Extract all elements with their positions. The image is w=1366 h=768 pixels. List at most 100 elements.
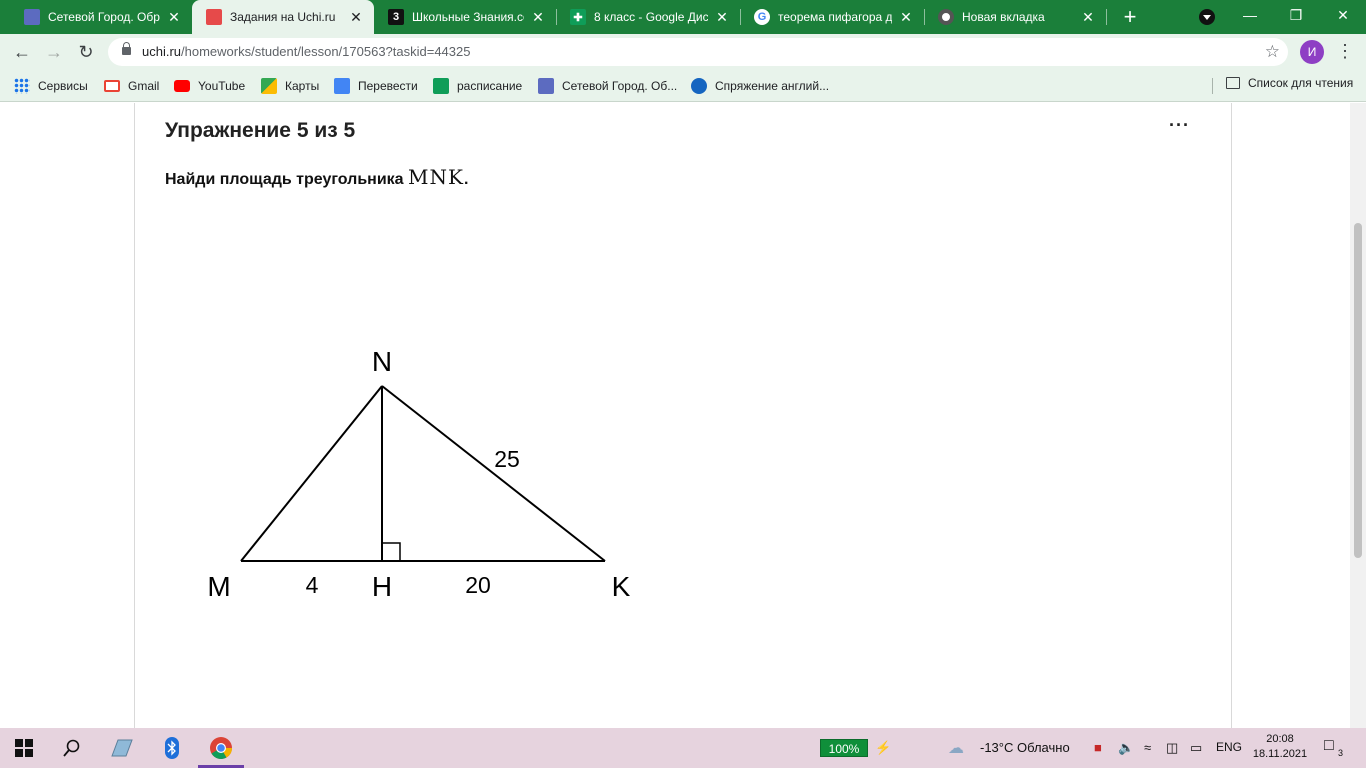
volume-icon[interactable]: 🔈 [1118, 740, 1134, 756]
netcity-icon [24, 9, 40, 25]
taskbar-chrome[interactable] [197, 728, 245, 768]
vertex-label-n: N [372, 346, 392, 377]
tab-title: теорема пифагора да [778, 10, 892, 24]
clock-date: 18.11.2021 [1252, 748, 1308, 760]
bookmark-label: расписание [457, 79, 523, 93]
youtube-icon [174, 80, 190, 92]
url-text[interactable]: uchi.ru/homeworks/student/lesson/170563?… [142, 44, 470, 59]
tab-separator [1106, 9, 1107, 25]
scrollbar-thumb[interactable] [1354, 223, 1362, 558]
tab-strip: Сетевой Город. Обра ✕ Задания на Uchi.ru… [0, 0, 1366, 34]
bookmark-maps[interactable]: Карты [261, 76, 319, 96]
address-bar[interactable]: uchi.ru/homeworks/student/lesson/170563?… [108, 38, 1288, 66]
vertex-label-m: M [207, 571, 230, 602]
bookmark-label: Перевести [358, 79, 418, 93]
search-button[interactable] [48, 728, 96, 768]
sheets-icon [433, 78, 449, 94]
bookmark-netcity[interactable]: Сетевой Город. Об... [538, 76, 677, 96]
security-icon[interactable]: ◫ [1166, 740, 1178, 756]
reading-list-icon [1226, 77, 1240, 89]
tab-uchi[interactable]: Задания на Uchi.ru ✕ [192, 0, 374, 34]
weather-icon[interactable]: ☁ [948, 738, 964, 758]
windows-logo-icon [15, 739, 33, 757]
tab-title: Новая вкладка [962, 10, 1045, 24]
tab-netcity[interactable]: Сетевой Город. Обра ✕ [10, 0, 192, 34]
chrome-icon [210, 737, 232, 759]
bluetooth-icon [165, 737, 179, 759]
triangle-figure: N M H K 4 20 25 [207, 346, 631, 602]
reading-list-label: Список для чтения [1248, 76, 1354, 90]
profile-avatar[interactable]: И [1300, 40, 1324, 64]
more-options-icon[interactable]: ··· [1169, 115, 1190, 136]
close-icon[interactable]: ✕ [166, 9, 182, 25]
new-tab-button[interactable]: + [1117, 4, 1143, 30]
reload-button[interactable]: ↻ [72, 38, 100, 66]
battery-tray-icon[interactable]: ▭ [1190, 740, 1202, 756]
search-icon [63, 739, 80, 757]
lock-icon[interactable] [122, 42, 131, 55]
apps-grid-icon [14, 78, 30, 94]
tab-title: Школьные Знания.co [412, 10, 524, 24]
close-icon[interactable]: ✕ [714, 9, 730, 25]
reverso-icon [691, 78, 707, 94]
right-angle-mark [382, 542, 401, 561]
antivirus-icon[interactable]: ■ [1094, 740, 1102, 755]
taskbar-bluetooth[interactable] [148, 728, 196, 768]
uchi-icon [206, 9, 222, 25]
url-host: uchi.ru [142, 44, 182, 59]
clock[interactable]: 20:08 18.11.2021 [1252, 732, 1308, 762]
tab-title: Задания на Uchi.ru [230, 10, 336, 24]
battery-indicator[interactable]: 100% [820, 739, 868, 757]
bookmark-schedule[interactable]: расписание [433, 76, 522, 96]
tab-search-icon[interactable] [1199, 9, 1215, 25]
taskbar-app-notes[interactable] [98, 728, 146, 768]
bookmark-conjugation[interactable]: Спряжение англий... [691, 76, 829, 96]
tab-google-search[interactable]: G теорема пифагора да ✕ [740, 0, 924, 34]
close-icon[interactable]: ✕ [898, 9, 914, 25]
notification-count: 3 [1338, 748, 1344, 758]
tab-google-drive[interactable]: ✚ 8 класс - Google Диск ✕ [556, 0, 740, 34]
bookmark-label: Сервисы [38, 79, 88, 93]
reading-list-button[interactable]: Список для чтения [1226, 76, 1353, 90]
minimize-button[interactable]: — [1227, 0, 1273, 32]
length-label-mh: 4 [306, 572, 319, 598]
gmail-icon [104, 80, 120, 92]
length-label-hk: 20 [465, 572, 491, 598]
vertex-label-k: K [612, 571, 631, 602]
bookmark-star-icon[interactable]: ☆ [1265, 42, 1280, 62]
start-button[interactable] [0, 728, 48, 768]
close-icon[interactable]: ✕ [530, 9, 546, 25]
chrome-icon [938, 9, 954, 25]
language-indicator[interactable]: ENG [1216, 740, 1242, 754]
close-icon[interactable]: ✕ [1080, 9, 1096, 25]
length-label-nk: 25 [494, 446, 520, 472]
znanija-icon: 3 [388, 9, 404, 25]
tab-title: 8 класс - Google Диск [594, 10, 708, 24]
bookmark-label: Спряжение англий... [715, 79, 830, 93]
translate-icon [334, 78, 350, 94]
forward-button[interactable]: → [40, 38, 68, 66]
notepad-icon [111, 739, 133, 757]
bookmark-label: YouTube [198, 79, 246, 93]
chrome-menu-icon[interactable]: ⋮ [1336, 40, 1354, 64]
bookmark-translate[interactable]: Перевести [334, 76, 418, 96]
window-close-button[interactable]: ✕ [1320, 0, 1366, 32]
bookmark-label: Карты [285, 79, 320, 93]
bookmark-label: Сетевой Город. Об... [562, 79, 678, 93]
back-button[interactable]: ← [8, 38, 36, 66]
tab-new[interactable]: Новая вкладка ✕ [924, 0, 1106, 34]
notification-center-icon[interactable]: □ [1324, 737, 1334, 755]
bookmarks-divider [1212, 78, 1213, 94]
wifi-icon[interactable]: ≈ [1144, 740, 1151, 755]
bookmark-gmail[interactable]: Gmail [104, 76, 159, 96]
sheets-icon: ✚ [570, 9, 586, 25]
bookmark-services[interactable]: Сервисы [14, 76, 88, 96]
bookmark-youtube[interactable]: YouTube [174, 76, 245, 96]
close-icon[interactable]: ✕ [348, 9, 364, 25]
restore-button[interactable]: ❐ [1273, 0, 1319, 32]
weather-text[interactable]: -13°C Облачно [980, 740, 1070, 755]
clock-time: 20:08 [1266, 733, 1294, 745]
netcity-icon [538, 78, 554, 94]
tab-znanija[interactable]: 3 Школьные Знания.co ✕ [374, 0, 556, 34]
bookmarks-bar: Сервисы Gmail YouTube Карты Перевести ра… [0, 70, 1366, 102]
